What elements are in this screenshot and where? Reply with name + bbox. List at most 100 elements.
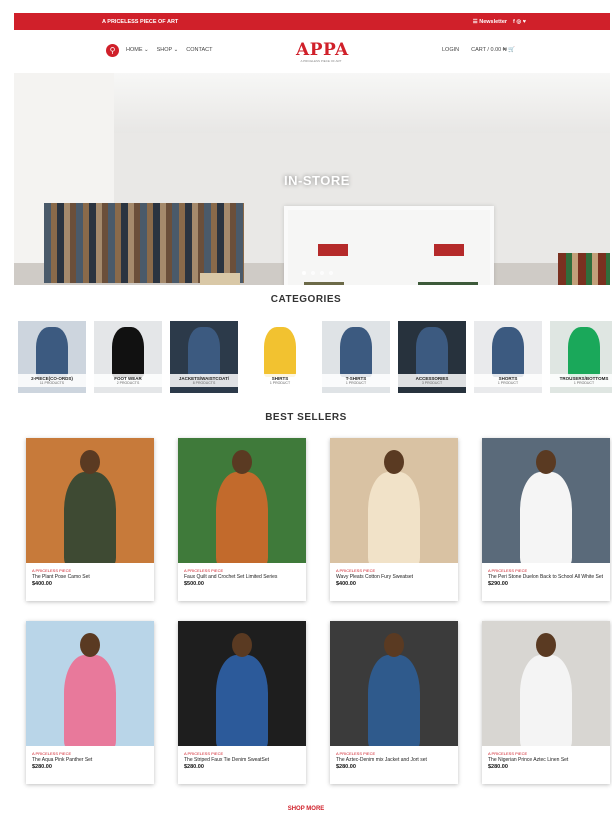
product-name[interactable]: The Nigerian Prince Aztec Linen Set: [482, 756, 610, 763]
model-head: [232, 450, 252, 474]
product-brand: A PRICELESS PIECE: [488, 568, 528, 573]
product-image[interactable]: [178, 438, 306, 563]
announcement-text: A PRICELESS PIECE OF ART: [102, 18, 179, 25]
category-tile[interactable]: T-SHIRTS 1 PRODUCT: [322, 321, 390, 393]
model-figure: [64, 472, 116, 563]
model-figure: [520, 655, 572, 746]
product-name[interactable]: Faux Quilt and Crochet Set Limited Serie…: [178, 573, 306, 580]
product-card[interactable]: A PRICELESS PIECE The Aqua Pink Panther S…: [26, 621, 154, 784]
category-tile[interactable]: JACKETS/WAISTCOAT/8 PRODUCTS: [170, 321, 238, 393]
header-account: LOGIN CART / 0.00 ₦ 🛒: [442, 47, 515, 53]
clothing-rack: [44, 203, 244, 283]
product-card[interactable]: A PRICELESS PIECE Faux Quilt and Crochet …: [178, 438, 306, 601]
product-image[interactable]: [482, 621, 610, 746]
category-tile[interactable]: SHIRTS 1 PRODUCT: [246, 321, 314, 393]
product-price: $400.00: [336, 581, 356, 587]
category-count: 1 PRODUCT: [573, 381, 595, 385]
search-icon[interactable]: ⚲: [106, 44, 119, 57]
product-image[interactable]: [178, 621, 306, 746]
category-tile[interactable]: TROUSERS/BOTTOMS 1 PRODUCT: [550, 321, 612, 393]
hero-slider[interactable]: IN-STORE: [14, 73, 610, 285]
product-image[interactable]: [330, 621, 458, 746]
shop-more-link[interactable]: SHOP MORE: [0, 806, 612, 812]
main-nav: HOME ⌄ SHOP ⌄ CONTACT: [126, 47, 212, 53]
product-image[interactable]: [26, 621, 154, 746]
product-card[interactable]: A PRICELESS PIECE The Striped Faux Tie De…: [178, 621, 306, 784]
category-label: 2-PIECE(CO-ORDS) 11 PRODUCTS: [18, 374, 86, 387]
category-image: [492, 327, 524, 377]
product-name[interactable]: The Aqua Pink Panther Set: [26, 756, 154, 763]
model-head: [80, 450, 100, 474]
product-card[interactable]: A PRICELESS PIECE Wavy Pleats Cotton Fury…: [330, 438, 458, 601]
nav-shop[interactable]: SHOP ⌄: [157, 47, 179, 53]
product-price: $280.00: [184, 764, 204, 770]
category-count: 2 PRODUCTS: [116, 381, 140, 385]
category-image: [568, 327, 600, 377]
category-image: [416, 327, 448, 377]
slider-dots: [302, 271, 333, 275]
topbar-right: ☰ Newsletter f ◎ ♥: [473, 19, 526, 25]
product-card[interactable]: A PRICELESS PIECE The Nigerian Prince Azt…: [482, 621, 610, 784]
product-price: $400.00: [32, 581, 52, 587]
product-brand: A PRICELESS PIECE: [488, 751, 528, 756]
hanging-shirt: [200, 273, 240, 285]
slider-dot[interactable]: [311, 271, 315, 275]
model-head: [80, 633, 100, 657]
slider-dot[interactable]: [320, 271, 324, 275]
model-figure: [216, 655, 268, 746]
category-label: ACCESSORIES 3 PRODUCT: [398, 374, 466, 387]
cart-link[interactable]: CART / 0.00 ₦ 🛒: [471, 47, 515, 53]
newsletter-link[interactable]: ☰ Newsletter: [473, 19, 507, 25]
product-image[interactable]: [330, 438, 458, 563]
category-label: SHIRTS 1 PRODUCT: [246, 374, 314, 387]
category-label: T-SHIRTS 1 PRODUCT: [322, 374, 390, 387]
announcement-bar: A PRICELESS PIECE OF ART ☰ Newsletter f …: [14, 13, 610, 30]
logo-tagline: A PRICELESS PIECE OF ART: [300, 59, 342, 63]
product-name[interactable]: Wavy Pleats Cotton Fury Sweatset: [330, 573, 458, 580]
product-name[interactable]: The Plant Pose Camo Set: [26, 573, 154, 580]
product-card[interactable]: A PRICELESS PIECE The Aztec-Denim mix Jac…: [330, 621, 458, 784]
model-head: [232, 633, 252, 657]
clothing-rack-right: [558, 253, 610, 285]
category-image: [36, 327, 68, 377]
category-tile[interactable]: 2-PIECE(CO-ORDS) 11 PRODUCTS: [18, 321, 86, 393]
product-image[interactable]: [26, 438, 154, 563]
category-label: TROUSERS/BOTTOMS 1 PRODUCT: [550, 374, 612, 387]
slider-dot[interactable]: [302, 271, 306, 275]
product-brand: A PRICELESS PIECE: [32, 568, 72, 573]
model-figure: [368, 472, 420, 563]
category-tile[interactable]: FOOT WEAR 2 PRODUCTS: [94, 321, 162, 393]
hero-title: IN-STORE: [284, 173, 350, 188]
product-card[interactable]: A PRICELESS PIECE The Plant Pose Camo Set…: [26, 438, 154, 601]
product-price: $290.00: [488, 581, 508, 587]
product-brand: A PRICELESS PIECE: [336, 568, 376, 573]
logo-wordmark: APPA: [296, 40, 349, 60]
product-price: $280.00: [488, 764, 508, 770]
category-label: FOOT WEAR 2 PRODUCTS: [94, 374, 162, 387]
site-header: ⚲ HOME ⌄ SHOP ⌄ CONTACT APPA A PRICELESS…: [14, 30, 610, 72]
site-logo[interactable]: APPA A PRICELESS PIECE OF ART: [296, 40, 349, 63]
social-icons[interactable]: f ◎ ♥: [513, 19, 526, 25]
product-brand: A PRICELESS PIECE: [32, 751, 72, 756]
category-image: [264, 327, 296, 377]
product-price: $500.00: [184, 581, 204, 587]
category-tile[interactable]: ACCESSORIES 3 PRODUCT: [398, 321, 466, 393]
category-count: 1 PRODUCT: [345, 381, 367, 385]
product-brand: A PRICELESS PIECE: [336, 751, 376, 756]
category-count: 1 PRODUCT: [269, 381, 291, 385]
login-link[interactable]: LOGIN: [442, 47, 459, 53]
model-head: [384, 633, 404, 657]
category-image: [188, 327, 220, 377]
category-count: 1 PRODUCT: [497, 381, 519, 385]
slider-dot[interactable]: [329, 271, 333, 275]
nav-contact[interactable]: CONTACT: [186, 47, 212, 53]
basket-icon: 🛒: [508, 47, 516, 53]
product-name[interactable]: The Striped Faux Tie Denim SweatSet: [178, 756, 306, 763]
product-name[interactable]: The Peri Stone Duelon Back to School All…: [482, 573, 610, 580]
category-tile[interactable]: SHORTS 1 PRODUCT: [474, 321, 542, 393]
product-name[interactable]: The Aztec-Denim mix Jacket and Jort set: [330, 756, 458, 763]
category-image: [112, 327, 144, 377]
product-image[interactable]: [482, 438, 610, 563]
product-card[interactable]: A PRICELESS PIECE The Peri Stone Duelon B…: [482, 438, 610, 601]
nav-home[interactable]: HOME ⌄: [126, 47, 149, 53]
